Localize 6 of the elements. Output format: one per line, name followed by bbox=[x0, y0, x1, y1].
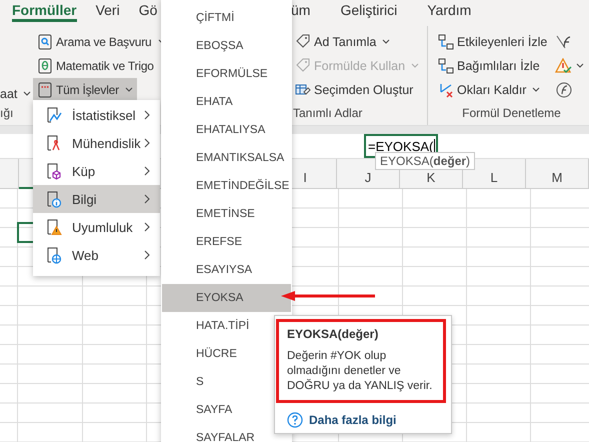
group-label: Formül Denetleme bbox=[461, 105, 562, 122]
argument-tooltip: EYOKSA(değer) bbox=[375, 152, 476, 170]
tooltip-title: EYOKSA(değer) bbox=[287, 327, 378, 341]
tooltip-description: Değerin #YOK olup olmadığını denetler ve DOĞRU ya da YANLIŞ verir. bbox=[287, 349, 434, 394]
group-label: ığı bbox=[0, 105, 14, 122]
group-label: Tanımlı Adlar bbox=[293, 105, 364, 122]
